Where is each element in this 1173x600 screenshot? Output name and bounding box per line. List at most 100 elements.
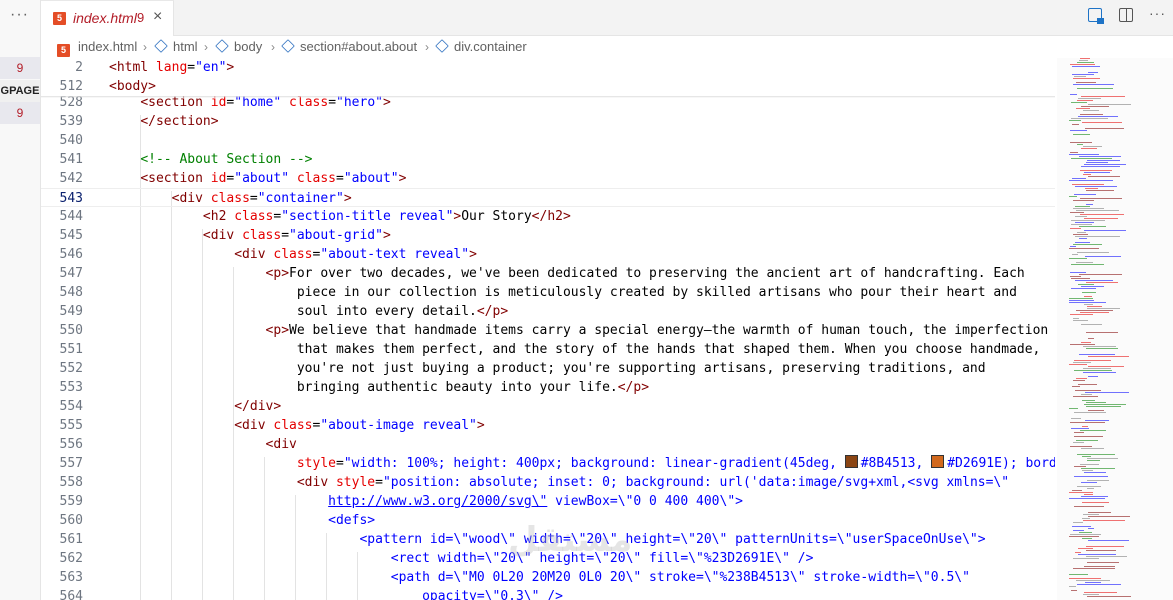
minimap-line (1069, 498, 1105, 499)
code-line[interactable]: 558 <div style="position: absolute; inse… (41, 473, 1055, 492)
code-line[interactable]: 550 <p>We believe that handmade items ca… (41, 321, 1055, 340)
color-swatch-icon[interactable] (931, 455, 945, 468)
minimap-line (1083, 146, 1102, 147)
more-actions-icon[interactable]: ··· (1149, 5, 1165, 21)
minimap-line (1088, 366, 1124, 367)
line-content: <section id="about" class="about"> (109, 169, 406, 188)
code-line[interactable]: 555 <div class="about-image reveal"> (41, 416, 1055, 435)
minimap-line (1088, 540, 1129, 541)
more-actions-icon[interactable]: ··· (10, 6, 29, 24)
open-preview-icon[interactable] (1088, 8, 1105, 24)
code-line[interactable]: 564 opacity=\"0.3\" /> (41, 587, 1055, 600)
minimap-line (1071, 158, 1112, 159)
html5-file-icon: 5 (53, 12, 66, 25)
code-line[interactable]: 546 <div class="about-text reveal"> (41, 245, 1055, 264)
code-line[interactable]: 554 </div> (41, 397, 1055, 416)
code-line[interactable]: 560 <defs> (41, 511, 1055, 530)
minimap-line (1078, 548, 1093, 549)
code-line[interactable]: 544 <h2 class="section-title reveal">Our… (41, 207, 1055, 226)
code-line[interactable]: 556 <div (41, 435, 1055, 454)
minimap-line (1075, 242, 1090, 243)
minimap-line (1077, 486, 1101, 487)
code-token: <section (140, 171, 211, 186)
line-number: 551 (59, 342, 83, 357)
minimap-line (1075, 186, 1117, 187)
minimap-line (1086, 546, 1124, 547)
folder-label[interactable]: GPAGE (0, 80, 40, 102)
code-line[interactable]: 557 style="width: 100%; height: 400px; b… (41, 454, 1055, 473)
minimap-line (1069, 536, 1099, 537)
problem-count-badge[interactable]: 9 (0, 102, 40, 124)
minimap-line (1072, 254, 1078, 255)
code-token: that makes them perfect, and the story o… (109, 342, 1041, 357)
code-token: = (281, 228, 290, 243)
minimap-line (1071, 224, 1092, 225)
code-line[interactable]: 545 <div class="about-grid"> (41, 226, 1055, 245)
minimap-line (1083, 594, 1099, 595)
code-line[interactable]: 541 <!-- About Section --> (41, 150, 1055, 169)
minimap-line (1083, 514, 1099, 515)
minimap-line (1069, 298, 1093, 299)
breadcrumb-item-file[interactable]: 5 index.html (57, 36, 137, 58)
chevron-right-icon: › (425, 40, 429, 54)
minimap-line (1087, 160, 1120, 161)
breadcrumb-item-html[interactable]: html (154, 36, 198, 58)
close-icon[interactable]: × (153, 8, 162, 26)
minimap-line (1084, 164, 1126, 165)
breadcrumb-item-section[interactable]: section#about.about (281, 36, 417, 58)
minimap-line (1087, 306, 1102, 307)
code-line[interactable]: 562 <rect width=\"20\" height=\"20\" fil… (41, 549, 1055, 568)
minimap[interactable] (1057, 58, 1173, 600)
code-line[interactable]: 553 bringing authentic beauty into your … (41, 378, 1055, 397)
minimap-line (1086, 550, 1116, 551)
minimap-line (1070, 246, 1076, 247)
code-line[interactable]: 540 (41, 131, 1055, 150)
breadcrumb-item-div[interactable]: div.container (435, 36, 527, 58)
code-line[interactable]: 539 </section> (41, 112, 1055, 131)
minimap-line (1080, 114, 1103, 115)
symbol-element-icon (215, 39, 229, 53)
breadcrumb-label: html (173, 39, 198, 54)
minimap-line (1086, 282, 1118, 283)
minimap-line (1069, 300, 1094, 301)
code-line[interactable]: 547 <p>For over two decades, we've been … (41, 264, 1055, 283)
line-content: http://www.w3.org/2000/svg\" viewBox=\"0… (109, 492, 743, 511)
code-line[interactable]: 548 piece in our collection is meticulou… (41, 283, 1055, 302)
code-token: "en" (195, 60, 227, 75)
code-token: = (249, 191, 258, 206)
code-line[interactable]: 551 that makes them perfect, and the sto… (41, 340, 1055, 359)
code-token: "position: absolute; inset: 0; backgroun… (382, 475, 1010, 490)
code-editor[interactable]: 2 <html lang="en"> 512 <body> 528 <section i… (41, 58, 1055, 600)
code-line[interactable]: 549 soul into every detail.</p> (41, 302, 1055, 321)
minimap-line (1069, 120, 1081, 121)
minimap-line (1086, 348, 1118, 349)
minimap-line (1069, 364, 1087, 365)
tab-index-html[interactable]: 5 index.html 9 × (41, 0, 174, 36)
code-line[interactable]: 561 <pattern id=\"wood\" width=\"20\" he… (41, 530, 1055, 549)
minimap-line (1071, 220, 1105, 221)
minimap-line (1074, 76, 1086, 77)
problem-count-badge[interactable]: 9 (0, 57, 40, 79)
minimap-line (1087, 458, 1118, 459)
code-line[interactable]: 2 <html lang="en"> (41, 58, 1055, 77)
color-swatch-icon[interactable] (844, 455, 858, 468)
breadcrumb-item-body[interactable]: body (215, 36, 262, 58)
minimap-line (1082, 456, 1091, 457)
code-token: piece in our collection is meticulously … (109, 285, 1017, 300)
code-line[interactable]: 543 <div class="container"> (41, 188, 1055, 207)
code-line[interactable]: 559 http://www.w3.org/2000/svg\" viewBox… (41, 492, 1055, 511)
line-number: 564 (59, 589, 83, 600)
minimap-line (1081, 286, 1104, 287)
code-line[interactable]: 552 you're not just buying a product; yo… (41, 359, 1055, 378)
code-line[interactable]: 563 <path d=\"M0 0L20 20M20 0L0 20\" str… (41, 568, 1055, 587)
split-editor-icon[interactable] (1118, 8, 1133, 22)
code-token: "about" (234, 171, 297, 186)
code-line[interactable]: 542 <section id="about" class="about"> (41, 169, 1055, 188)
minimap-line (1086, 204, 1093, 205)
line-content: <!-- About Section --> (109, 150, 312, 169)
line-content: <p>We believe that handmade items carry … (109, 321, 1049, 340)
